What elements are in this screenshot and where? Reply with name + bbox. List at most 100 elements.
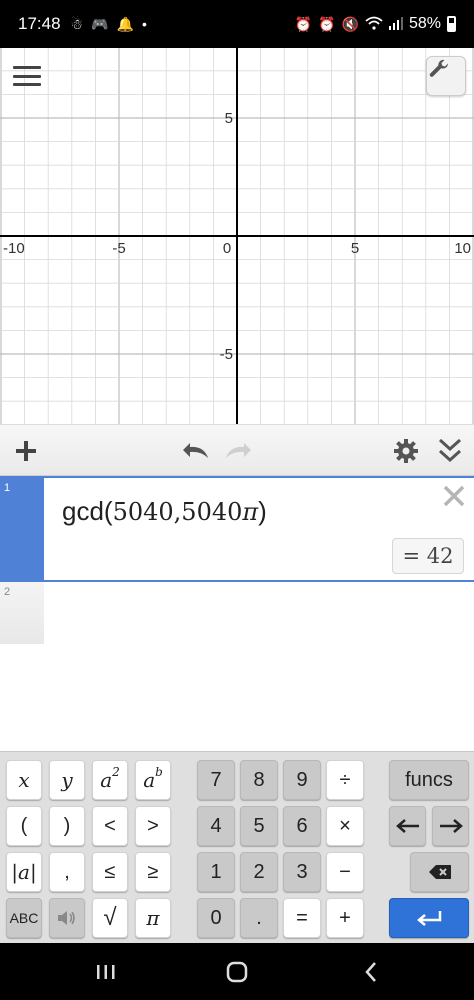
funcs-button[interactable]: funcs (389, 760, 469, 800)
key-a-base: a (143, 768, 156, 792)
key-plus[interactable]: + (326, 898, 364, 938)
close-icon (443, 485, 465, 507)
graph-svg[interactable]: -10 -5 0 5 10 5 -5 (0, 48, 474, 424)
key-b-exponent: b (155, 765, 163, 779)
battery-percent: 58% (408, 15, 441, 32)
key-right-arrow[interactable] (432, 806, 469, 846)
expression-input[interactable]: gcd(5040,5040π) (62, 496, 267, 527)
redo-icon (226, 443, 251, 458)
key-left-arrow[interactable] (389, 806, 426, 846)
key-6[interactable]: 6 (283, 806, 321, 846)
settings-button[interactable] (390, 435, 422, 467)
expression-row-1[interactable]: 1 gcd(5040,5040π) = 42 (0, 476, 474, 582)
back-icon (365, 962, 376, 982)
plus-icon (16, 441, 36, 461)
expression-number: 1 (4, 482, 11, 494)
game-icon: 🎮 (91, 15, 109, 32)
expression-result: = 42 (392, 538, 464, 574)
key-greater-than[interactable]: > (135, 806, 171, 846)
key-a-power-b[interactable]: ab (135, 760, 171, 800)
enter-icon (417, 911, 442, 926)
x-tick-label: -5 (112, 240, 125, 257)
system-nav-bar (0, 943, 474, 1000)
alarm-icon: ⏰ (318, 15, 336, 32)
x-tick-label: 5 (351, 240, 359, 257)
expression-number: 2 (4, 586, 11, 598)
key-3[interactable]: 3 (283, 852, 321, 892)
key-equals[interactable]: = (283, 898, 321, 938)
expression-pi: π (242, 498, 259, 526)
recent-apps-button[interactable] (86, 957, 126, 987)
key-speaker[interactable] (49, 898, 85, 938)
speaker-icon (58, 911, 75, 925)
key-less-equal[interactable]: ≤ (92, 852, 128, 892)
x-tick-label: 10 (454, 240, 471, 257)
backspace-icon (428, 865, 451, 879)
home-icon (226, 961, 248, 983)
back-button[interactable] (351, 957, 391, 987)
key-7[interactable]: 7 (197, 760, 235, 800)
expression-row-2[interactable]: 2 (0, 582, 474, 644)
signal-icon (388, 16, 403, 33)
home-button[interactable] (217, 957, 257, 987)
key-a-exponent: 2 (112, 765, 120, 779)
delete-expression-button[interactable] (440, 482, 468, 510)
double-chevron-down-icon (438, 438, 462, 463)
expression-close-paren: ) (258, 496, 267, 526)
expression-list: 1 gcd(5040,5040π) = 42 2 (0, 476, 474, 751)
dot-icon: • (141, 15, 147, 32)
arrow-left-icon (395, 819, 419, 833)
y-tick-label: 5 (225, 110, 233, 127)
graph-canvas[interactable]: -10 -5 0 5 10 5 -5 (0, 48, 474, 424)
alarm-lock-icon: ⏰ (294, 15, 313, 32)
key-abs[interactable]: |a| (6, 852, 42, 892)
key-minus[interactable]: − (326, 852, 364, 892)
key-decimal[interactable]: . (240, 898, 278, 938)
key-y[interactable]: y (49, 760, 85, 800)
recent-apps-icon (97, 965, 115, 979)
key-open-paren[interactable]: ( (6, 806, 42, 846)
key-abc[interactable]: ABC (6, 898, 42, 938)
key-1[interactable]: 1 (197, 852, 235, 892)
key-x[interactable]: x (6, 760, 42, 800)
expression-func: gcd (62, 496, 104, 526)
key-0[interactable]: 0 (197, 898, 235, 938)
key-9[interactable]: 9 (283, 760, 321, 800)
expression-open-paren: ( (103, 496, 113, 526)
notification-icon: ☃ (70, 15, 84, 32)
key-4[interactable]: 4 (197, 806, 235, 846)
key-multiply[interactable]: × (326, 806, 364, 846)
key-5[interactable]: 5 (240, 806, 278, 846)
key-close-paren[interactable]: ) (49, 806, 85, 846)
key-divide[interactable]: ÷ (326, 760, 364, 800)
add-expression-button[interactable] (10, 435, 42, 467)
undo-icon (183, 443, 208, 458)
key-greater-equal[interactable]: ≥ (135, 852, 171, 892)
graph-settings-button[interactable] (426, 56, 466, 96)
x-tick-label: -10 (3, 240, 25, 257)
collapse-list-button[interactable] (434, 435, 466, 467)
redo-button[interactable] (222, 435, 254, 467)
key-2[interactable]: 2 (240, 852, 278, 892)
key-less-than[interactable]: < (92, 806, 128, 846)
key-sqrt[interactable]: √ (92, 898, 128, 938)
key-backspace[interactable] (410, 852, 469, 892)
status-bar: 17:48 ☃ 🎮 🔔 • ⏰ ⏰ 🔇 58% (0, 0, 474, 48)
mute-icon: 🔇 (341, 15, 359, 32)
key-a-squared[interactable]: a2 (92, 760, 128, 800)
battery-icon (447, 16, 456, 32)
x-tick-label: 0 (223, 240, 231, 257)
status-time: 17:48 (18, 14, 61, 33)
expression-args: 5040,5040 (112, 498, 243, 526)
gear-icon (394, 439, 418, 463)
keypad: x y a2 ab ( ) < > |a| , ≤ ≥ ABC √ π 7 8 … (0, 751, 474, 943)
wrench-icon (429, 59, 449, 77)
bell-icon: 🔔 (116, 15, 134, 32)
key-enter[interactable] (389, 898, 469, 938)
key-comma[interactable]: , (49, 852, 85, 892)
key-pi[interactable]: π (135, 898, 171, 938)
key-8[interactable]: 8 (240, 760, 278, 800)
key-a-base: a (100, 768, 113, 792)
undo-button[interactable] (180, 435, 212, 467)
menu-button[interactable] (10, 62, 44, 90)
